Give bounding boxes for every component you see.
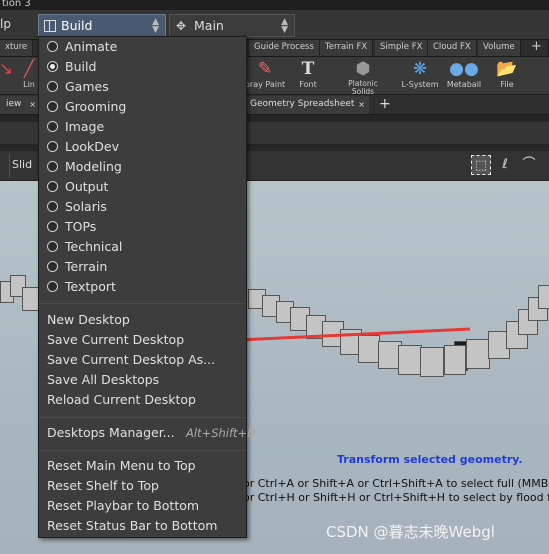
window-title: tion 3 xyxy=(0,0,549,10)
reset-shelf-item[interactable]: Reset Shelf to Top xyxy=(47,476,159,496)
radio-selected-icon xyxy=(47,61,58,72)
desktop-option-build[interactable]: Build xyxy=(39,57,246,77)
radio-icon xyxy=(47,141,58,152)
desktop-option-textport[interactable]: Textport xyxy=(39,277,246,297)
shelf-tab-simple-fx[interactable]: Simple FX xyxy=(375,40,429,56)
save-current-desktop-as-item[interactable]: Save Current Desktop As... xyxy=(47,350,215,370)
pane-selector[interactable]: ✥ Main ▲ ▼ xyxy=(169,14,295,37)
radio-icon xyxy=(47,201,58,212)
shortcut-label: Alt+Shift+D xyxy=(186,426,257,440)
shelf-tab-terrain-fx[interactable]: Terrain FX xyxy=(320,40,374,56)
desktop-option-image[interactable]: Image xyxy=(39,117,246,137)
arrow-tool-icon: ↘ xyxy=(0,59,14,79)
desktop-option-terrain[interactable]: Terrain xyxy=(39,257,246,277)
line-icon: ╱ xyxy=(23,59,35,79)
radio-icon xyxy=(47,121,58,132)
slide-label[interactable]: Slid xyxy=(12,158,32,171)
desktop-option-grooming[interactable]: Grooming xyxy=(39,97,246,117)
help-menu[interactable]: lp xyxy=(0,17,11,31)
shelf-tool-file[interactable]: 📂 File xyxy=(482,58,532,89)
hint-line: or Ctrl+H or Shift+H or Ctrl+Shift+H to … xyxy=(243,491,549,504)
add-pane-tab-icon[interactable]: + xyxy=(373,96,397,114)
brush-select-icon[interactable]: ⌒ xyxy=(519,155,539,175)
new-desktop-item[interactable]: New Desktop xyxy=(47,310,130,330)
shelf-tool-font[interactable]: T Font xyxy=(285,58,331,89)
shelf-tab-volume[interactable]: Volume xyxy=(478,40,521,56)
desktop-option-output[interactable]: Output xyxy=(39,177,246,197)
shelf-tool-previous[interactable]: ↘ xyxy=(0,58,16,80)
toolbar-separator xyxy=(9,154,10,178)
tab-scene-view[interactable]: iew × xyxy=(0,96,40,114)
pane-selector-label: Main xyxy=(194,18,224,33)
desktop-icon xyxy=(44,20,56,32)
geometry-block xyxy=(398,345,422,375)
radio-icon xyxy=(47,241,58,252)
reload-current-desktop-item[interactable]: Reload Current Desktop xyxy=(47,390,196,410)
desktop-option-technical[interactable]: Technical xyxy=(39,237,246,257)
desktop-option-solaris[interactable]: Solaris xyxy=(39,197,246,217)
desktop-option-modeling[interactable]: Modeling xyxy=(39,157,246,177)
desktops-manager-item[interactable]: Desktops Manager... Alt+Shift+D xyxy=(47,423,256,443)
pane-target-icon: ✥ xyxy=(176,19,187,33)
font-icon: T xyxy=(301,59,315,79)
radio-icon xyxy=(47,181,58,192)
radio-icon xyxy=(47,261,58,272)
radio-icon xyxy=(47,101,58,112)
reset-playbar-item[interactable]: Reset Playbar to Bottom xyxy=(47,496,199,516)
close-tab-icon[interactable]: × xyxy=(29,96,36,113)
reset-status-bar-item[interactable]: Reset Status Bar to Bottom xyxy=(47,516,217,536)
radio-icon xyxy=(47,161,58,172)
save-all-desktops-item[interactable]: Save All Desktops xyxy=(47,370,159,390)
geometry-block xyxy=(420,347,444,377)
tab-geometry-spreadsheet[interactable]: Geometry Spreadsheet × xyxy=(244,96,369,114)
platonic-solids-icon: ⬢ xyxy=(355,59,371,79)
radio-icon xyxy=(47,221,58,232)
shelf-tab-cloud-fx[interactable]: Cloud FX xyxy=(428,40,477,56)
close-tab-icon[interactable]: × xyxy=(358,96,365,113)
box-select-icon[interactable]: ⬚ xyxy=(471,155,491,175)
desktop-option-games[interactable]: Games xyxy=(39,77,246,97)
radio-icon xyxy=(47,81,58,92)
desktop-option-lookdev[interactable]: LookDev xyxy=(39,137,246,157)
menu-separator xyxy=(39,450,246,451)
shelf-tool-l-system[interactable]: ❋ L-System xyxy=(395,58,445,89)
lasso-select-icon[interactable]: ℓ xyxy=(495,155,515,175)
desktop-option-animate[interactable]: Animate xyxy=(39,37,246,57)
save-current-desktop-item[interactable]: Save Current Desktop xyxy=(47,330,184,350)
spray-paint-icon: ✎ xyxy=(257,59,273,79)
radio-icon xyxy=(47,281,58,292)
desktop-selector[interactable]: Build ▲ ▼ xyxy=(38,14,166,37)
add-shelf-tab-icon[interactable]: + xyxy=(526,40,548,56)
radio-icon xyxy=(47,41,58,52)
desktop-dropdown-menu: Animate Build Games Grooming Image LookD… xyxy=(38,36,256,538)
menu-separator xyxy=(39,417,246,418)
shelf-tool-line[interactable]: ╱ Lin xyxy=(18,58,40,89)
shelf-tab-texture[interactable]: xture xyxy=(0,40,34,56)
watermark: CSDN @暮志未晚Webgl xyxy=(326,523,495,541)
l-system-icon: ❋ xyxy=(412,59,428,79)
desktop-selector-label: Build xyxy=(61,18,93,33)
shelf-tool-platonic-solids[interactable]: ⬢ Platonic Solids xyxy=(338,58,388,96)
hint-title: Transform selected geometry. xyxy=(337,453,523,466)
updown-arrow-icon: ▲ ▼ xyxy=(152,17,159,35)
hint-line: or Ctrl+A or Shift+A or Ctrl+Shift+A to … xyxy=(243,477,549,490)
geometry-block xyxy=(444,345,466,375)
shelf-tab-guide-process[interactable]: Guide Process xyxy=(249,40,320,56)
file-icon: 📂 xyxy=(496,59,518,79)
menu-separator xyxy=(39,303,246,304)
reset-main-menu-item[interactable]: Reset Main Menu to Top xyxy=(47,456,196,476)
shelf-tool-spray-paint[interactable]: ✎ pray Paint xyxy=(240,58,290,89)
geometry-block xyxy=(538,285,549,309)
desktop-option-tops[interactable]: TOPs xyxy=(39,217,246,237)
updown-arrow-icon: ▲ ▼ xyxy=(281,17,288,35)
